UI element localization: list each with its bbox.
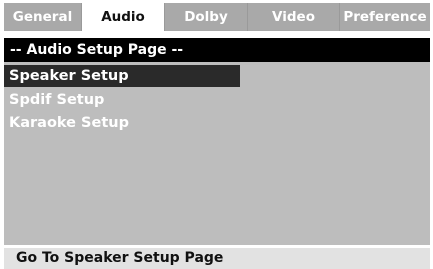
tab-general[interactable]: General xyxy=(4,3,82,31)
menu-item-karaoke-setup[interactable]: Karaoke Setup xyxy=(4,112,129,134)
menu-item-spdif-setup[interactable]: Spdif Setup xyxy=(4,89,104,111)
tab-dolby[interactable]: Dolby xyxy=(165,3,248,31)
tab-preference[interactable]: Preference xyxy=(340,3,430,31)
status-bar: Go To Speaker Setup Page xyxy=(4,248,430,269)
tab-audio[interactable]: Audio xyxy=(82,3,165,31)
menu-item-speaker-setup[interactable]: Speaker Setup xyxy=(4,65,240,87)
tab-video[interactable]: Video xyxy=(248,3,340,31)
setup-screen: General Audio Dolby Video Preference -- … xyxy=(0,0,433,269)
menu-panel: Speaker Setup Spdif Setup Karaoke Setup xyxy=(4,62,430,245)
setup-tab-bar: General Audio Dolby Video Preference xyxy=(4,3,430,31)
page-title: -- Audio Setup Page -- xyxy=(4,38,430,62)
